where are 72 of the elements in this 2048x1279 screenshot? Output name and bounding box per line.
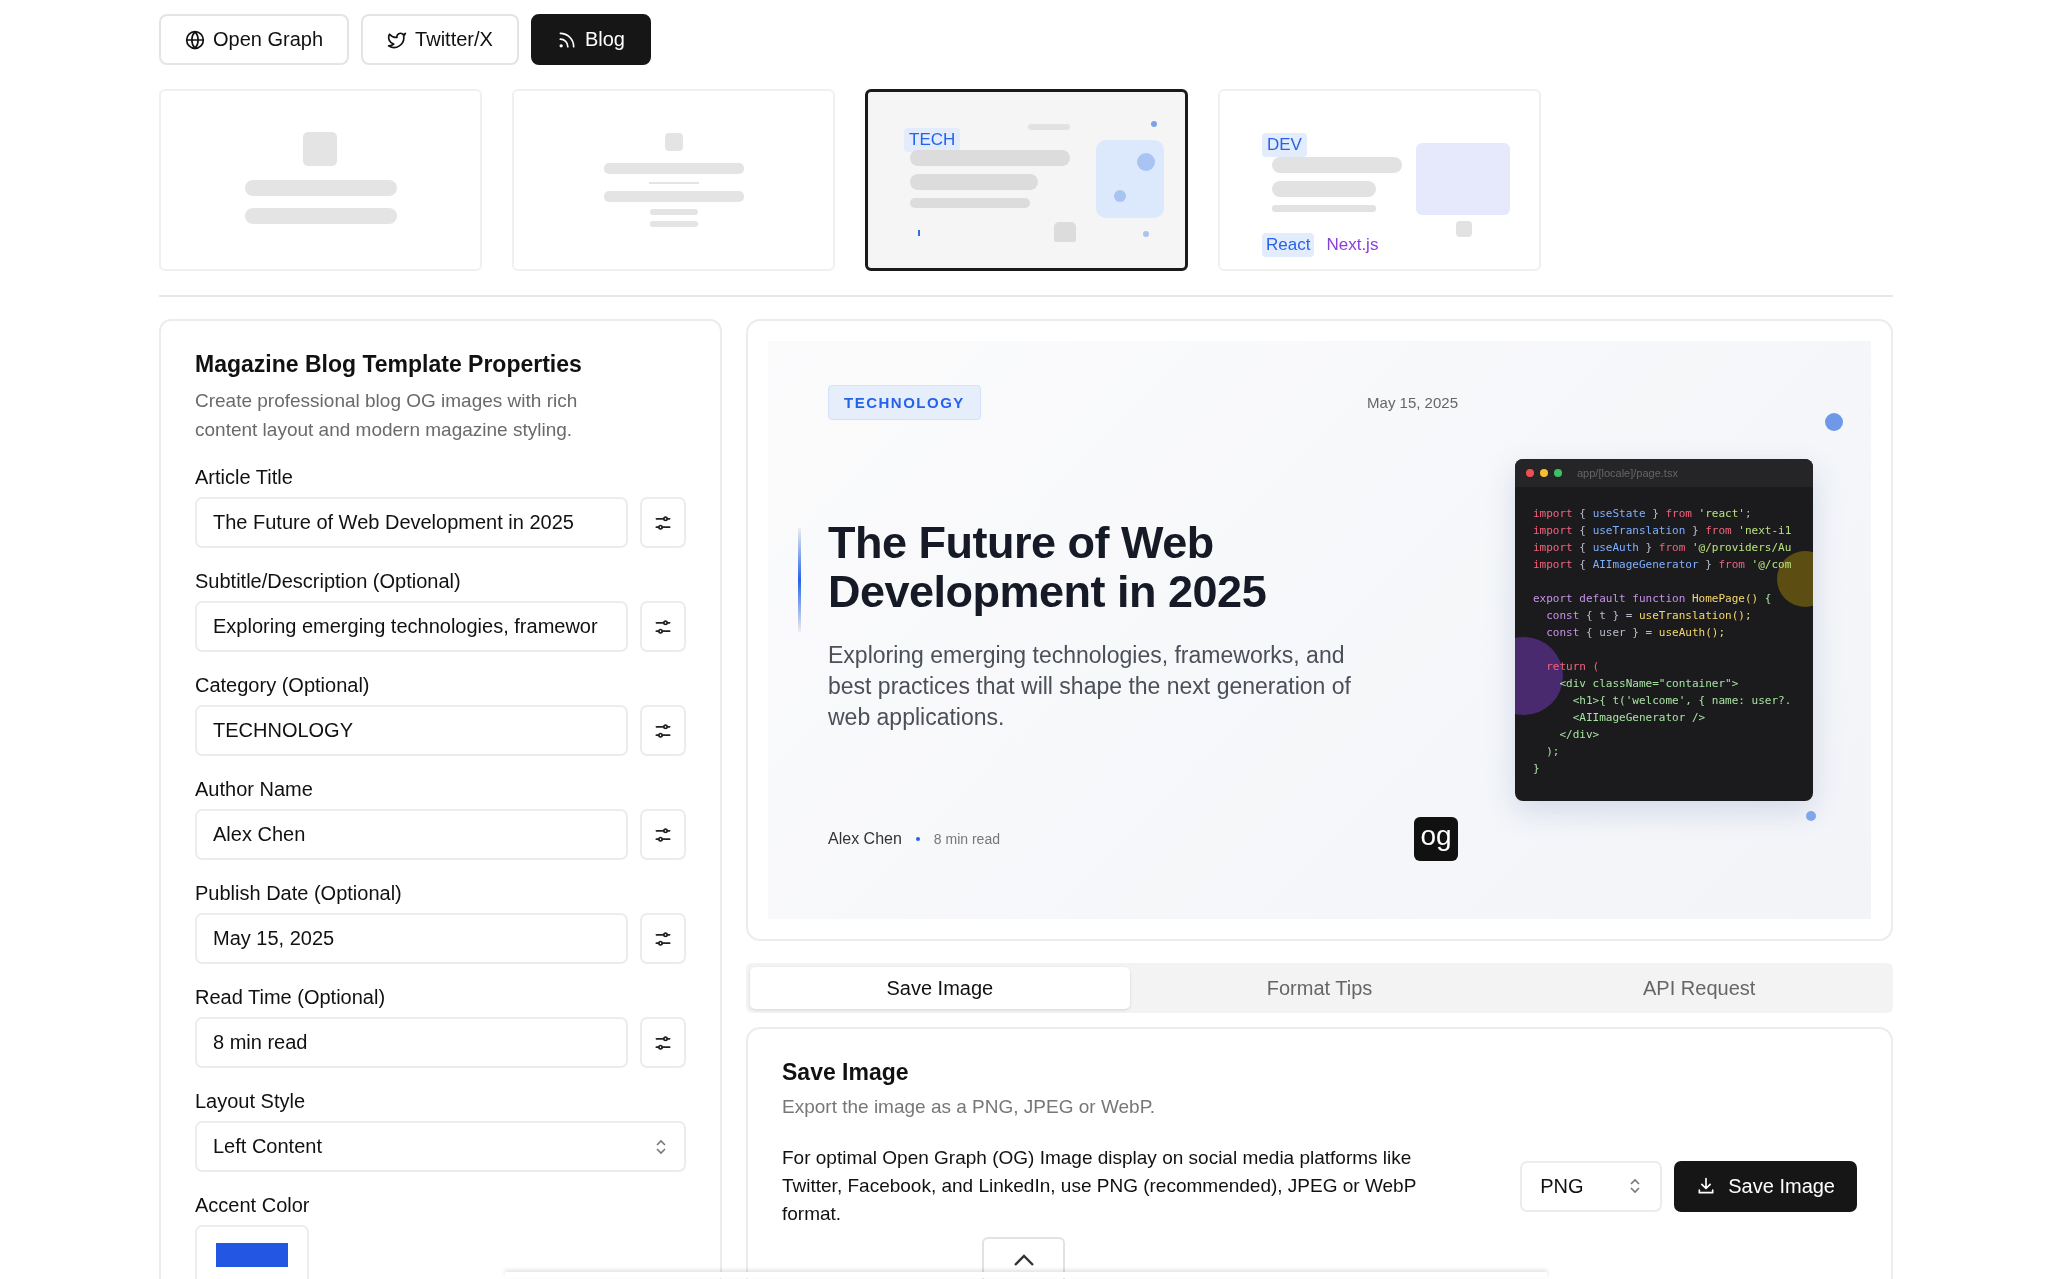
download-icon — [1696, 1176, 1717, 1196]
article-subtitle: Exploring emerging technologies, frameworks, and best practices that will shape the next generation of web applications. — [828, 641, 1352, 732]
code-line: import { useState } from 'react'; — [1533, 506, 1753, 522]
article-title: The Future of Web Development in 2025 — [828, 518, 1268, 616]
code-line: <h1>{ t('welcome', { name: user?. — [1571, 693, 1793, 709]
code-line: </div> — [1558, 727, 1601, 743]
settings-button[interactable] — [640, 913, 686, 964]
code-line: import { AIImageGenerator } from '@/com — [1533, 557, 1793, 573]
file-name: app/[locale]/page.tsx — [1577, 467, 1678, 479]
og-logo: og — [1414, 817, 1458, 861]
code-line: ); — [1545, 744, 1561, 760]
color-picker[interactable] — [195, 1225, 309, 1279]
category-badge: TECHNOLOGY — [828, 385, 981, 420]
layout-select[interactable]: Left Content — [195, 1121, 686, 1172]
author-name: Alex Chen — [828, 830, 902, 848]
format-advice: For optimal Open Graph (OG) Image display on social media platforms like Twitter, Facebook, and LinkedIn, use PNG (recommended), JPEG or WebP format. — [782, 1146, 1417, 1226]
settings-button[interactable] — [640, 705, 686, 756]
window-controls-icon — [1525, 468, 1565, 478]
code-line: return ( — [1545, 659, 1601, 675]
settings-button[interactable] — [640, 601, 686, 652]
text-field[interactable]: 8 min read — [195, 1017, 629, 1068]
field-label: Author Name — [195, 778, 314, 801]
field-label: Accent Color — [195, 1194, 311, 1217]
settings-button[interactable] — [640, 809, 686, 860]
tech-label: React — [1262, 233, 1315, 257]
globe-icon — [185, 29, 205, 50]
code-line: <AIImageGenerator /> — [1571, 710, 1707, 726]
save-subtitle: Export the image as a PNG, JPEG or WebP. — [782, 1096, 1157, 1118]
template-card[interactable]: DEV React Next.js — [1218, 89, 1541, 271]
field-label: Publish Date (Optional) — [195, 882, 403, 905]
decor-dot — [1825, 413, 1843, 431]
chevrons-icon — [654, 1137, 668, 1156]
platform-tab[interactable]: Open Graph — [159, 14, 350, 65]
text-field[interactable]: TECHNOLOGY — [195, 705, 629, 756]
settings-button[interactable] — [640, 497, 686, 548]
save-button[interactable]: Save Image — [1674, 1160, 1857, 1212]
field-label: Category (Optional) — [195, 674, 371, 697]
panel-title: Magazine Blog Template Properties — [195, 351, 583, 378]
panel-description: Create professional blog OG images with rich content layout and modern magazine styling. — [195, 389, 579, 442]
code-line: import { useAuth } from '@/providers/Au — [1533, 540, 1793, 556]
code-line: const { t } = useTranslation(); — [1545, 608, 1753, 624]
panel-tab[interactable]: Format Tips — [1129, 967, 1510, 1009]
chevrons-icon — [1628, 1177, 1643, 1195]
text-field[interactable]: The Future of Web Development in 2025 — [195, 497, 629, 548]
tech-label: Next.js — [1325, 234, 1380, 256]
read-time: 8 min read — [933, 831, 1000, 847]
settings-button[interactable] — [640, 1017, 686, 1068]
code-line: export default function HomePage() { — [1533, 591, 1773, 607]
text-field[interactable]: Exploring emerging technologies, framewor — [195, 601, 629, 652]
separator-dot — [915, 837, 920, 841]
platform-tab[interactable]: Twitter/X — [361, 14, 519, 65]
panel-tab[interactable]: API Request — [1509, 967, 1889, 1009]
format-select[interactable]: PNG — [1520, 1160, 1663, 1212]
save-title: Save Image — [782, 1059, 910, 1086]
code-line: const { user } = useAuth(); — [1545, 625, 1727, 641]
text-field[interactable]: Alex Chen — [195, 809, 629, 860]
code-line: import { useTranslation } from 'next-i1 — [1533, 523, 1793, 539]
template-tag: DEV — [1262, 133, 1307, 157]
decor-dot — [1806, 811, 1816, 821]
field-label: Subtitle/Description (Optional) — [195, 570, 462, 593]
code-line: } — [1533, 761, 1541, 777]
field-label: Layout Style — [195, 1090, 307, 1113]
field-label: Article Title — [195, 466, 294, 489]
code-line: <div className="container"> — [1558, 676, 1740, 692]
text-field[interactable]: May 15, 2025 — [195, 913, 629, 964]
template-card[interactable]: TECH — [865, 89, 1188, 271]
bird-icon — [387, 29, 408, 50]
publish-date: May 15, 2025 — [1367, 394, 1458, 411]
panel-tab[interactable]: Save Image — [750, 967, 1130, 1009]
platform-tab[interactable]: Blog — [530, 14, 651, 65]
template-tag: TECH — [904, 128, 961, 152]
field-label: Read Time (Optional) — [195, 986, 387, 1009]
